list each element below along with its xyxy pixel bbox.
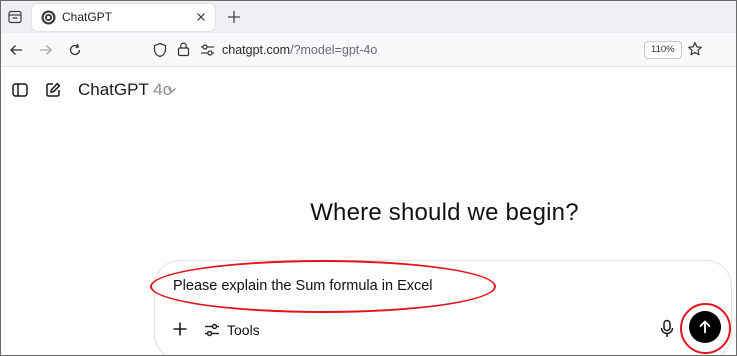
- app-header: ChatGPT 4o: [1, 71, 736, 109]
- url-bar[interactable]: chatgpt.com/?model=gpt-4o 110%: [145, 37, 712, 63]
- lock-icon[interactable]: [177, 41, 190, 62]
- back-arrow-icon[interactable]: [8, 42, 24, 58]
- send-button[interactable]: [689, 311, 721, 343]
- zoom-level-badge[interactable]: 110%: [644, 41, 682, 59]
- shield-icon[interactable]: [153, 42, 167, 63]
- send-arrow-up-icon: [699, 320, 711, 334]
- tools-label: Tools: [227, 322, 260, 338]
- tab-strip: ChatGPT: [1, 1, 736, 33]
- navigation-bar: chatgpt.com/?model=gpt-4o 110%: [1, 33, 736, 67]
- tab-title: ChatGPT: [62, 10, 113, 24]
- model-selector[interactable]: ChatGPT 4o: [78, 80, 172, 100]
- page-headline: Where should we begin?: [310, 199, 579, 226]
- plus-icon[interactable]: [225, 8, 243, 26]
- url-host: chatgpt.com: [222, 43, 291, 57]
- url-path: /?model=gpt-4o: [290, 43, 378, 57]
- model-name: ChatGPT: [78, 80, 149, 99]
- prompt-composer: [154, 260, 732, 355]
- tab-list-icon[interactable]: [7, 9, 23, 25]
- browser-window: ChatGPT chatgpt.com/?model=gpt-4o 110% C…: [0, 0, 737, 356]
- microphone-icon[interactable]: [659, 319, 675, 339]
- star-icon[interactable]: [687, 41, 703, 62]
- permissions-icon[interactable]: [200, 43, 215, 62]
- tools-sliders-icon: [205, 323, 219, 337]
- attach-plus-icon[interactable]: [171, 320, 189, 338]
- tab-chatgpt[interactable]: ChatGPT: [32, 4, 215, 31]
- close-icon[interactable]: [194, 10, 208, 24]
- new-chat-icon[interactable]: [44, 81, 62, 99]
- url-text[interactable]: chatgpt.com/?model=gpt-4o: [222, 43, 377, 57]
- prompt-input[interactable]: Please explain the Sum formula in Excel: [173, 278, 433, 294]
- chatgpt-favicon-icon: [41, 10, 56, 25]
- forward-arrow-icon[interactable]: [38, 42, 54, 58]
- reload-icon[interactable]: [67, 42, 83, 58]
- sidebar-toggle-icon[interactable]: [11, 81, 29, 99]
- chevron-down-icon[interactable]: [166, 83, 178, 95]
